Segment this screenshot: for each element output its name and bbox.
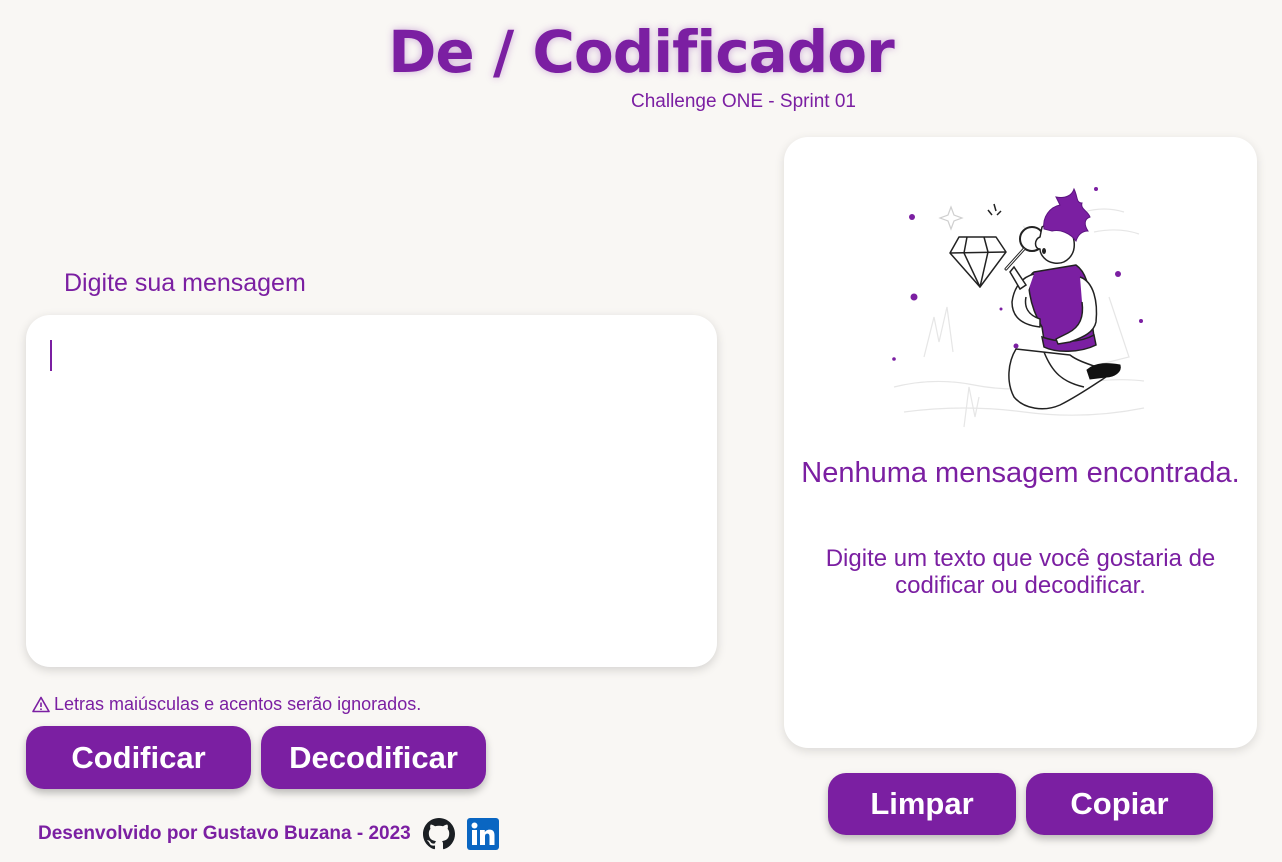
footer-credit: Desenvolvido por Gustavo Buzana - 2023 <box>38 823 411 844</box>
page: De / Codificador Challenge ONE - Sprint … <box>0 0 1282 862</box>
message-input[interactable] <box>50 337 694 646</box>
page-title: De / Codificador <box>388 18 894 86</box>
output-title: Nenhuma mensagem encontrada. <box>801 457 1240 489</box>
decode-button[interactable]: Decodificar <box>261 726 486 789</box>
page-subtitle: Challenge ONE - Sprint 01 <box>631 91 856 112</box>
output-card: Nenhuma mensagem encontrada. Digite um t… <box>784 137 1257 748</box>
warning-icon <box>32 696 50 713</box>
encode-button[interactable]: Codificar <box>26 726 251 789</box>
clear-button[interactable]: Limpar <box>828 773 1016 835</box>
message-input-card <box>26 315 717 667</box>
message-input-label: Digite sua mensagem <box>64 269 306 297</box>
copy-button[interactable]: Copiar <box>1026 773 1213 835</box>
github-icon <box>422 818 455 850</box>
person-inspecting-diamond-illustration <box>892 187 1145 428</box>
linkedin-link[interactable] <box>466 818 499 850</box>
input-warning: Letras maiúsculas e acentos serão ignora… <box>32 694 421 715</box>
linkedin-icon <box>466 818 499 850</box>
input-warning-text: Letras maiúsculas e acentos serão ignora… <box>54 694 422 714</box>
footer: Desenvolvido por Gustavo Buzana - 2023 <box>38 818 499 850</box>
text-cursor <box>50 340 52 371</box>
output-hint: Digite um texto que você gostaria de cod… <box>825 545 1216 599</box>
github-link[interactable] <box>422 818 455 850</box>
